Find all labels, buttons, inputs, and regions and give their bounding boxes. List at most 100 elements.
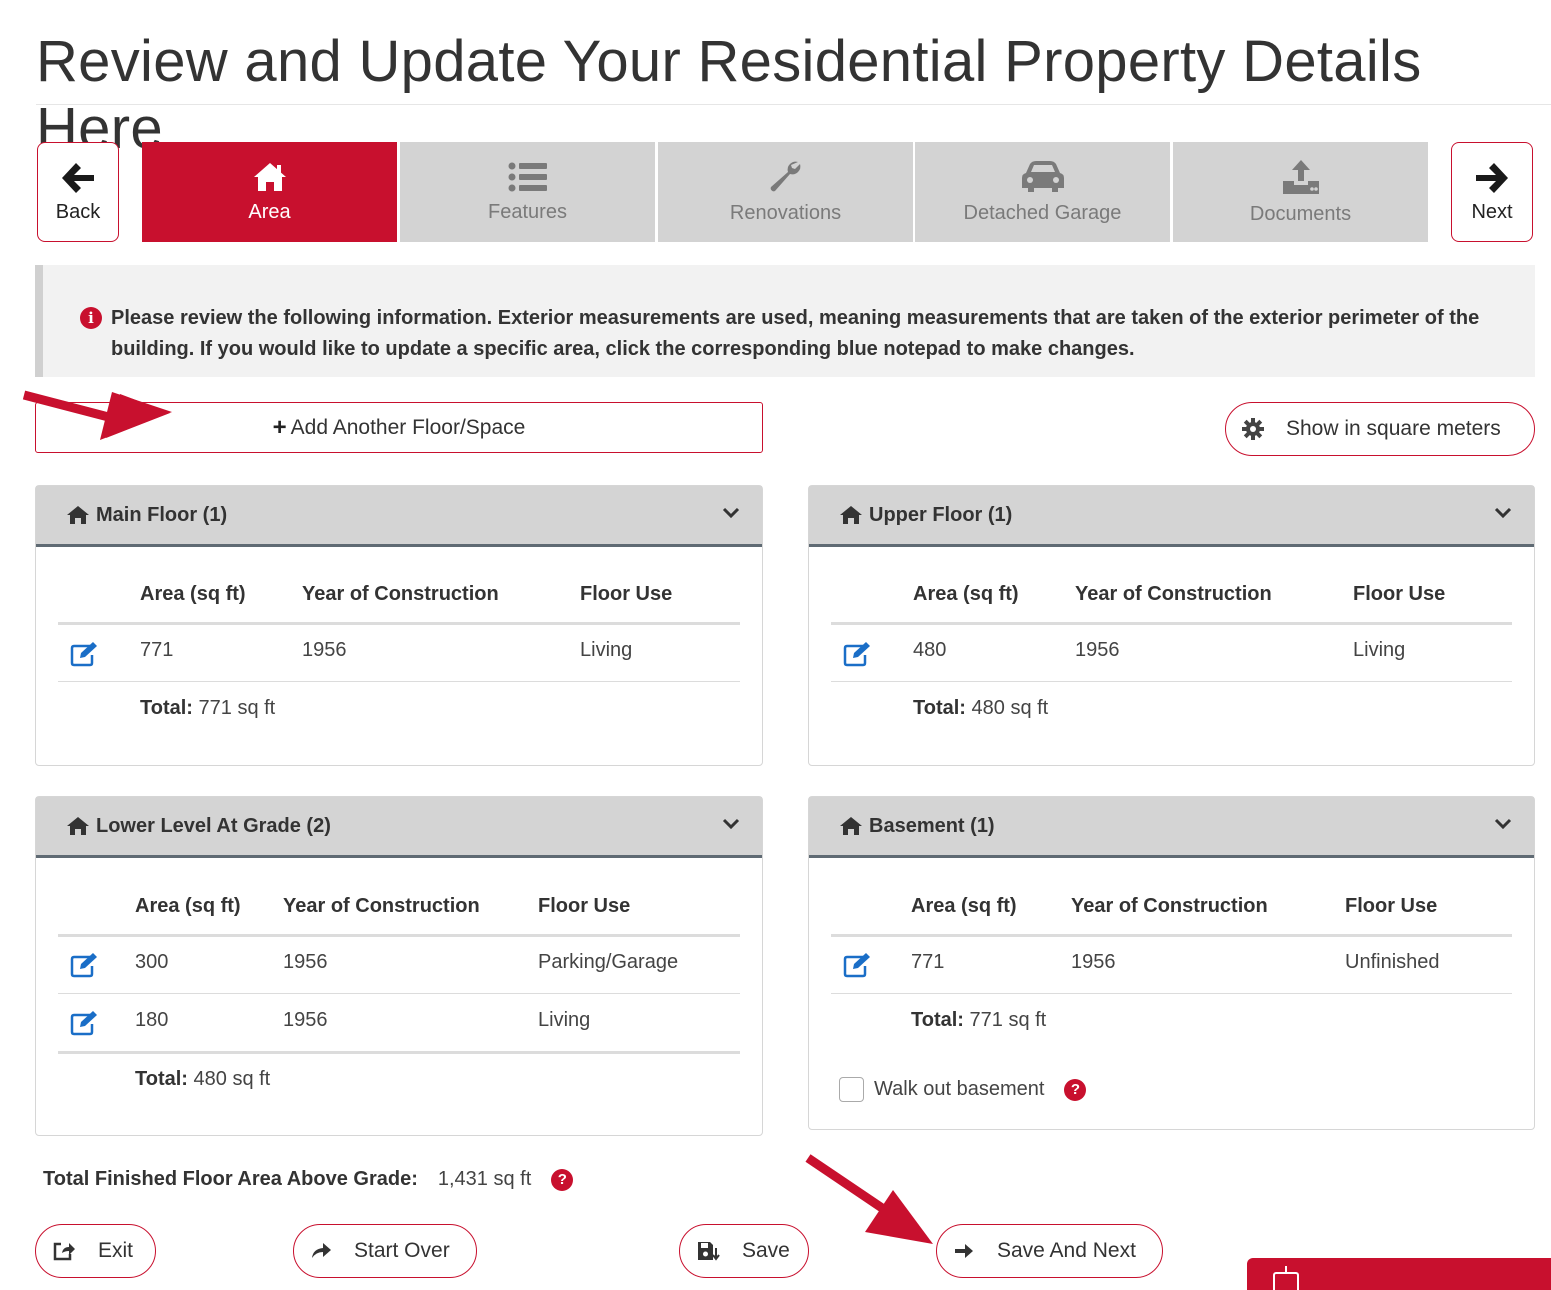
list-icon	[508, 161, 548, 193]
walkout-basement-checkbox[interactable]	[839, 1077, 864, 1102]
panel-total: Total: 771 sq ft	[911, 1009, 1046, 1032]
edit-notepad-icon[interactable]	[843, 952, 873, 978]
tab-detached-garage[interactable]: Detached Garage	[915, 142, 1170, 242]
edit-notepad-icon[interactable]	[843, 641, 873, 667]
tab-renovations[interactable]: Renovations	[658, 142, 913, 242]
help-icon[interactable]: ?	[1064, 1078, 1087, 1101]
walkout-basement-field: Walk out basement ?	[839, 1077, 1087, 1102]
start-over-button[interactable]: Start Over	[293, 1224, 477, 1278]
total-finished-area: Total Finished Floor Area Above Grade: 1…	[43, 1168, 574, 1191]
tab-label: Detached Garage	[963, 201, 1122, 224]
show-square-meters-label: Show in square meters	[1286, 417, 1501, 440]
total-value: 480 sq ft	[193, 1068, 271, 1090]
table-divider	[831, 934, 1512, 937]
total-label: Total:	[140, 697, 193, 719]
upload-icon	[1281, 159, 1321, 195]
cell-area: 771	[911, 951, 945, 973]
chat-widget-tab[interactable]	[1247, 1258, 1551, 1290]
panel-basement: Basement (1) Area (sq ft) Year of Constr…	[808, 796, 1535, 1130]
cell-year: 1956	[1071, 951, 1116, 973]
cell-area: 480	[913, 639, 947, 661]
column-header-area: Area (sq ft)	[135, 895, 241, 917]
save-label: Save	[742, 1239, 790, 1262]
panel-lower-level: Lower Level At Grade (2) Area (sq ft) Ye…	[35, 796, 763, 1136]
table-divider	[58, 622, 740, 625]
cell-year: 1956	[302, 639, 347, 661]
table-divider	[831, 622, 1512, 625]
column-header-area: Area (sq ft)	[911, 895, 1017, 917]
table-divider	[58, 934, 740, 937]
arrow-right-icon	[953, 1242, 975, 1260]
panel-total: Total: 480 sq ft	[135, 1068, 270, 1091]
cell-use: Living	[1353, 639, 1406, 661]
info-message: i Please review the following informatio…	[35, 265, 1535, 377]
arrow-left-icon	[60, 161, 96, 195]
gear-icon	[1242, 418, 1264, 440]
back-button[interactable]: Back	[37, 142, 119, 242]
panel-total: Total: 480 sq ft	[913, 697, 1048, 720]
info-text: Please review the following information.…	[111, 307, 1480, 360]
edit-notepad-icon[interactable]	[70, 1010, 100, 1036]
chatbot-icon	[1273, 1266, 1299, 1290]
cell-area: 300	[135, 951, 169, 973]
total-value: 771 sq ft	[969, 1009, 1047, 1031]
tab-label: Renovations	[729, 201, 842, 224]
exit-label: Exit	[98, 1239, 134, 1262]
add-floor-button[interactable]: + Add Another Floor/Space	[35, 402, 763, 453]
column-header-use: Floor Use	[580, 583, 673, 605]
total-value: 771 sq ft	[198, 697, 276, 719]
total-value: 480 sq ft	[971, 697, 1049, 719]
show-square-meters-button[interactable]: Show in square meters	[1225, 402, 1535, 456]
cell-use: Living	[580, 639, 633, 661]
row-divider	[831, 993, 1512, 994]
cell-year: 1956	[283, 951, 328, 973]
annotation-arrow-save-next	[805, 1154, 933, 1244]
add-floor-label: Add Another Floor/Space	[290, 415, 526, 439]
row-divider	[58, 681, 740, 682]
wrench-icon	[768, 160, 804, 194]
cell-year: 1956	[1075, 639, 1120, 661]
cell-area: 180	[135, 1009, 169, 1031]
column-header-use: Floor Use	[1345, 895, 1438, 917]
panel-upper-floor: Upper Floor (1) Area (sq ft) Year of Con…	[808, 485, 1535, 766]
cell-use: Living	[538, 1009, 591, 1031]
save-icon	[696, 1240, 720, 1262]
walkout-basement-label: Walk out basement	[874, 1078, 1045, 1100]
column-header-year: Year of Construction	[283, 895, 480, 917]
total-label: Total:	[913, 697, 966, 719]
tab-label: Documents	[1249, 202, 1352, 225]
tab-area[interactable]: Area	[142, 142, 397, 242]
exit-button[interactable]: Exit	[35, 1224, 156, 1278]
column-header-area: Area (sq ft)	[140, 583, 246, 605]
tab-features[interactable]: Features	[400, 142, 655, 242]
total-label: Total:	[911, 1009, 964, 1031]
exit-icon	[52, 1240, 76, 1262]
total-finished-value: 1,431 sq ft	[437, 1168, 532, 1190]
tab-documents[interactable]: Documents	[1173, 142, 1428, 242]
save-and-next-label: Save And Next	[997, 1239, 1136, 1262]
cell-year: 1956	[283, 1009, 328, 1031]
column-header-use: Floor Use	[538, 895, 631, 917]
save-button[interactable]: Save	[679, 1224, 809, 1278]
plus-icon: +	[272, 413, 287, 441]
info-icon: i	[80, 307, 102, 329]
edit-notepad-icon[interactable]	[70, 952, 100, 978]
column-header-year: Year of Construction	[302, 583, 499, 605]
cell-use: Unfinished	[1345, 951, 1440, 973]
save-and-next-button[interactable]: Save And Next	[936, 1224, 1163, 1278]
column-header-year: Year of Construction	[1075, 583, 1272, 605]
total-label: Total:	[135, 1068, 188, 1090]
row-divider	[58, 993, 740, 994]
arrow-right-icon	[1474, 161, 1510, 195]
row-divider	[831, 681, 1512, 682]
next-label: Next	[1471, 200, 1513, 223]
tab-label: Area	[248, 200, 291, 223]
column-header-year: Year of Construction	[1071, 895, 1268, 917]
title-divider	[36, 104, 1551, 105]
tab-label: Features	[488, 200, 567, 223]
column-header-area: Area (sq ft)	[913, 583, 1019, 605]
next-button[interactable]: Next	[1451, 142, 1533, 242]
edit-notepad-icon[interactable]	[70, 641, 100, 667]
total-finished-label: Total Finished Floor Area Above Grade:	[43, 1168, 418, 1190]
help-icon[interactable]: ?	[551, 1168, 574, 1191]
